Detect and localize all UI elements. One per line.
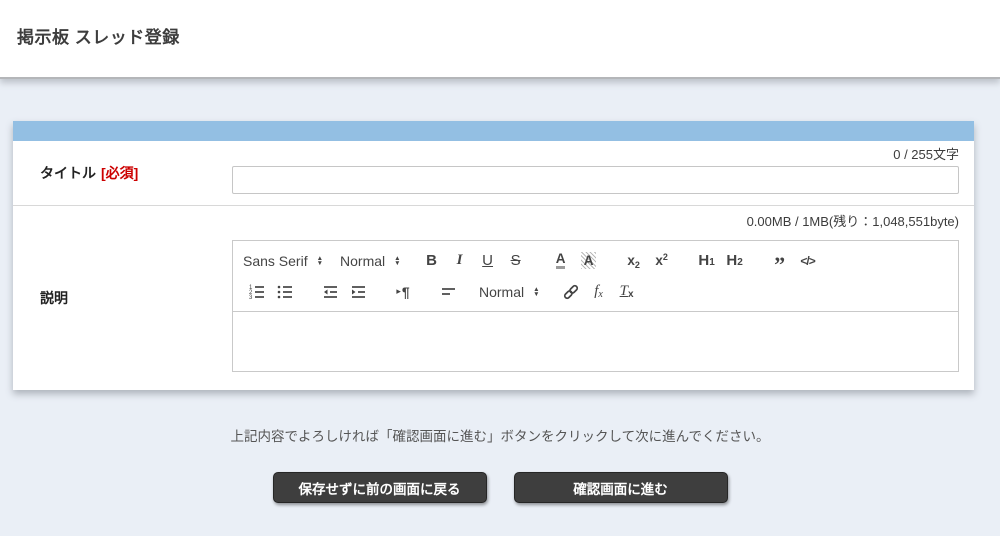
chevron-updown-icon: ▲▼ xyxy=(533,287,539,297)
link-icon xyxy=(562,283,580,301)
form-panel: タイトル [必須] 0 / 255文字 説明 0.00MB / 1MB(残り：1… xyxy=(13,121,974,390)
align-button[interactable] xyxy=(437,280,459,303)
background-color-icon: A xyxy=(581,252,597,269)
title-char-counter: 0 / 255文字 xyxy=(232,147,959,163)
bullet-list-icon xyxy=(276,283,294,301)
page-body: タイトル [必須] 0 / 255文字 説明 0.00MB / 1MB(残り：1… xyxy=(0,79,1000,503)
instruction-text: 上記内容でよろしければ「確認画面に進む」ボタンをクリックして次に進んでください。 xyxy=(0,425,1000,445)
action-buttons: 保存せずに前の画面に戻る 確認画面に進む xyxy=(0,472,1000,503)
direction-arrow-icon: ▸ xyxy=(396,286,401,297)
strikethrough-button[interactable]: S xyxy=(505,249,527,272)
text-color-button[interactable]: A xyxy=(550,249,572,272)
back-button[interactable]: 保存せずに前の画面に戻る xyxy=(273,472,487,503)
clean-format-icon: T xyxy=(620,283,628,300)
editor-content-area[interactable] xyxy=(233,312,958,371)
ordered-list-button[interactable]: 123 xyxy=(246,280,268,303)
chevron-updown-icon: ▲▼ xyxy=(317,256,323,266)
bullet-list-button[interactable] xyxy=(274,280,296,303)
font-picker[interactable]: Sans Serif ▲▼ xyxy=(243,249,323,272)
page-title: 掲示板 スレッド登録 xyxy=(0,0,1000,48)
text-color-icon: A xyxy=(556,252,566,269)
editor-toolbar: Sans Serif ▲▼ Normal ▲▼ xyxy=(233,241,958,312)
outdent-icon xyxy=(321,283,339,301)
title-row: タイトル [必須] 0 / 255文字 xyxy=(13,141,974,206)
background-color-button[interactable]: A xyxy=(578,249,600,272)
code-block-button[interactable]: </> xyxy=(797,249,819,272)
chevron-updown-icon: ▲▼ xyxy=(394,256,400,266)
description-field-cell: 0.00MB / 1MB(残り：1,048,551byte) Sans Seri… xyxy=(232,206,974,390)
proceed-button[interactable]: 確認画面に進む xyxy=(514,472,728,503)
rich-text-editor: Sans Serif ▲▼ Normal ▲▼ xyxy=(232,240,959,372)
header2-button[interactable]: H2 xyxy=(724,249,746,272)
title-label: タイトル xyxy=(40,163,96,183)
subscript-button[interactable]: x2 xyxy=(623,249,645,272)
indent-icon xyxy=(349,283,367,301)
bold-button[interactable]: B xyxy=(421,249,443,272)
ordered-list-icon: 123 xyxy=(248,283,266,301)
title-label-cell: タイトル [必須] xyxy=(13,141,232,205)
svg-text:3: 3 xyxy=(249,295,253,301)
description-label-cell: 説明 xyxy=(13,206,232,390)
toolbar-row-2: 123 xyxy=(243,280,948,303)
link-button[interactable] xyxy=(560,280,582,303)
size-picker[interactable]: Normal ▲▼ xyxy=(340,249,401,272)
formula-button[interactable]: fx xyxy=(588,280,610,303)
pilcrow-icon: ¶ xyxy=(402,284,410,300)
text-direction-button[interactable]: ▸ ¶ xyxy=(392,280,414,303)
outdent-button[interactable] xyxy=(319,280,341,303)
underline-button[interactable]: U xyxy=(477,249,499,272)
italic-button[interactable]: I xyxy=(449,249,471,272)
style-picker[interactable]: Normal ▲▼ xyxy=(479,280,540,303)
required-badge: [必須] xyxy=(101,163,138,183)
blockquote-button[interactable]: ” xyxy=(769,249,791,272)
code-icon: </> xyxy=(800,254,814,268)
size-counter: 0.00MB / 1MB(残り：1,048,551byte) xyxy=(232,214,959,230)
panel-accent-bar xyxy=(13,121,974,141)
indent-button[interactable] xyxy=(347,280,369,303)
description-label: 説明 xyxy=(40,288,68,308)
superscript-button[interactable]: x2 xyxy=(651,249,673,272)
clean-format-button[interactable]: Tx xyxy=(616,280,638,303)
description-row: 説明 0.00MB / 1MB(残り：1,048,551byte) Sans S… xyxy=(13,206,974,390)
title-field-cell: 0 / 255文字 xyxy=(232,141,974,205)
toolbar-row-1: Sans Serif ▲▼ Normal ▲▼ xyxy=(243,249,948,272)
align-icon xyxy=(439,283,457,301)
title-input[interactable] xyxy=(232,166,959,194)
page-header: 掲示板 スレッド登録 xyxy=(0,0,1000,79)
header1-button[interactable]: H1 xyxy=(696,249,718,272)
